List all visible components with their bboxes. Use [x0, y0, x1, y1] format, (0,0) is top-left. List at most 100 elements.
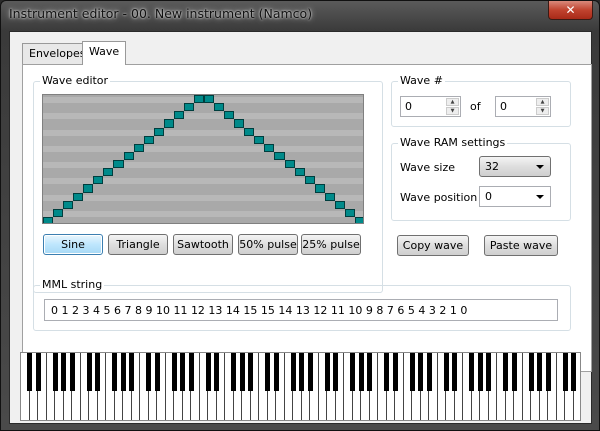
- sine-button[interactable]: Sine: [43, 234, 103, 255]
- wave-sample-cell: [193, 95, 204, 104]
- piano-black-key[interactable]: [112, 353, 117, 391]
- piano-black-key[interactable]: [324, 353, 330, 391]
- piano-black-key[interactable]: [350, 353, 355, 391]
- piano-black-key[interactable]: [146, 353, 151, 391]
- close-button[interactable]: ✕: [548, 1, 593, 20]
- piano-black-key[interactable]: [477, 353, 483, 391]
- piano-black-key[interactable]: [392, 353, 398, 391]
- paste-wave-button[interactable]: Paste wave: [484, 235, 558, 256]
- piano-black-key[interactable]: [61, 353, 66, 391]
- wave-size-value: 32: [485, 160, 499, 173]
- triangle-button[interactable]: Triangle: [108, 234, 168, 255]
- piano-keyboard[interactable]: [20, 352, 581, 421]
- piano-black-key[interactable]: [265, 353, 270, 391]
- piano-black-key[interactable]: [511, 353, 517, 391]
- wave-position-dropdown[interactable]: 0: [479, 186, 551, 207]
- copy-wave-button[interactable]: Copy wave: [397, 235, 469, 256]
- wave-ram-group: Wave RAM settings: [391, 136, 571, 221]
- piano-black-key[interactable]: [367, 353, 372, 391]
- sawtooth-button[interactable]: Sawtooth: [173, 234, 233, 255]
- piano-black-key[interactable]: [231, 353, 236, 391]
- piano-black-key[interactable]: [469, 353, 474, 391]
- piano-black-key[interactable]: [333, 353, 338, 391]
- piano-black-key[interactable]: [214, 353, 219, 391]
- piano-black-key[interactable]: [290, 353, 296, 391]
- spin-up-icon[interactable]: ▲: [446, 98, 459, 106]
- wave-sample-cell: [53, 208, 64, 217]
- wave-position-label: Wave position: [400, 191, 478, 204]
- wave-grid-stripe: [43, 129, 363, 136]
- piano-black-key[interactable]: [537, 353, 542, 391]
- piano-black-key[interactable]: [180, 353, 185, 391]
- piano-black-key[interactable]: [409, 353, 415, 391]
- title-bar[interactable]: Instrument editor - 00. New instrument (…: [1, 1, 599, 31]
- wave-index-spinner[interactable]: 0 ▲ ▼: [400, 96, 461, 117]
- spin-down-icon[interactable]: ▼: [536, 107, 549, 115]
- wave-sample-cell: [83, 184, 94, 193]
- wave-sample-cell: [254, 135, 265, 144]
- wave-sample-cell: [73, 192, 84, 201]
- wave-sample-cell: [93, 176, 104, 185]
- wave-sample-cell: [234, 119, 245, 128]
- wave-sample-cell: [43, 216, 54, 223]
- wave-sample-cell: [214, 103, 225, 112]
- piano-black-key[interactable]: [528, 353, 534, 391]
- piano-black-key[interactable]: [571, 353, 576, 391]
- piano-black-key[interactable]: [95, 353, 100, 391]
- piano-black-key[interactable]: [239, 353, 245, 391]
- piano-black-key[interactable]: [69, 353, 75, 391]
- mml-string-field[interactable]: 0 1 2 3 4 5 6 7 8 9 10 11 12 13 14 15 15…: [44, 299, 558, 321]
- piano-black-key[interactable]: [426, 353, 432, 391]
- wave-size-dropdown[interactable]: 32: [479, 156, 551, 177]
- pulse-25-button[interactable]: 25% pulse: [301, 234, 361, 255]
- wave-sample-cell: [113, 160, 124, 169]
- piano-black-key[interactable]: [307, 353, 313, 391]
- piano-black-key[interactable]: [503, 353, 508, 391]
- wave-sample-cell: [314, 184, 325, 193]
- piano-black-key[interactable]: [443, 353, 449, 391]
- spin-down-icon[interactable]: ▼: [446, 107, 459, 115]
- piano-black-key[interactable]: [248, 353, 253, 391]
- wave-position-value: 0: [485, 190, 492, 203]
- wave-sample-cell: [324, 192, 335, 201]
- piano-black-key[interactable]: [171, 353, 177, 391]
- chevron-down-icon: [536, 165, 544, 169]
- piano-black-key[interactable]: [418, 353, 423, 391]
- wave-grid-stripe: [43, 194, 363, 201]
- piano-black-key[interactable]: [129, 353, 134, 391]
- wave-sample-cell: [63, 200, 74, 209]
- window-title: Instrument editor - 00. New instrument (…: [9, 6, 313, 21]
- piano-black-key[interactable]: [486, 353, 491, 391]
- wave-count-value: 0: [500, 100, 507, 113]
- piano-black-key[interactable]: [35, 353, 41, 391]
- piano-black-key[interactable]: [452, 353, 457, 391]
- piano-black-key[interactable]: [27, 353, 32, 391]
- wave-grid-stripe: [43, 113, 363, 120]
- piano-black-key[interactable]: [205, 353, 211, 391]
- wave-canvas[interactable]: [42, 94, 364, 224]
- piano-black-key[interactable]: [273, 353, 279, 391]
- wave-sample-cell: [173, 111, 184, 120]
- piano-black-key[interactable]: [358, 353, 364, 391]
- wave-sample-cell: [334, 200, 345, 209]
- piano-black-key[interactable]: [384, 353, 389, 391]
- wave-sample-cell: [143, 135, 154, 144]
- wave-sample-cell: [183, 103, 194, 112]
- piano-black-key[interactable]: [120, 353, 126, 391]
- wave-ram-label: Wave RAM settings: [398, 136, 508, 149]
- of-label: of: [470, 100, 481, 113]
- piano-black-key[interactable]: [52, 353, 58, 391]
- wave-count-spinner[interactable]: 0 ▲ ▼: [495, 96, 551, 117]
- wave-editor-label: Wave editor: [40, 74, 111, 87]
- wave-sample-cell: [354, 216, 363, 223]
- piano-black-key[interactable]: [188, 353, 194, 391]
- piano-black-key[interactable]: [562, 353, 568, 391]
- tab-wave[interactable]: Wave: [82, 41, 127, 65]
- piano-black-key[interactable]: [299, 353, 304, 391]
- piano-black-key[interactable]: [154, 353, 160, 391]
- pulse-50-button[interactable]: 50% pulse: [238, 234, 298, 255]
- piano-black-key[interactable]: [545, 353, 551, 391]
- wave-number-label: Wave #: [398, 74, 445, 87]
- piano-black-key[interactable]: [86, 353, 92, 391]
- spin-up-icon[interactable]: ▲: [536, 98, 549, 106]
